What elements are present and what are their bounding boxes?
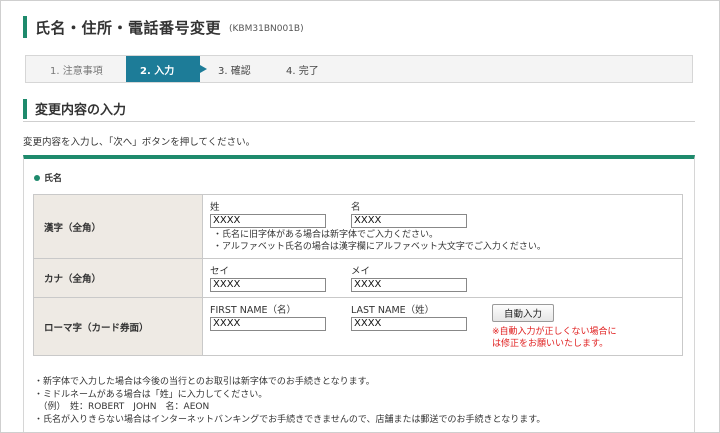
kanji-sei-group: 姓 XXXX bbox=[210, 202, 326, 228]
notes-list: ・新字体で入力した場合は今後の当行とのお取引は新字体でのお手続きとなります。 ・… bbox=[34, 376, 545, 426]
kana-mei-label: メイ bbox=[351, 266, 371, 277]
roman-last-group: LAST NAME（姓） XXXX bbox=[351, 305, 467, 331]
row-value-kanji: 姓 XXXX 名 XXXX ・氏名に旧字体がある場合は新字体でご入力ください。 … bbox=[202, 194, 683, 259]
kanji-sei-label: 姓 bbox=[210, 202, 220, 213]
kanji-note-2: ・アルファベット氏名の場合は漢字欄にアルファベット大文字でご入力ください。 bbox=[213, 242, 546, 252]
kanji-mei-input[interactable]: XXXX bbox=[351, 214, 467, 228]
kana-sei-input[interactable]: XXXX bbox=[210, 278, 326, 292]
row-value-roman: FIRST NAME（名） XXXX LAST NAME（姓） XXXX 自動入… bbox=[202, 297, 683, 356]
note-item: ・新字体で入力した場合は今後の当行とのお取引は新字体でのお手続きとなります。 bbox=[34, 377, 375, 387]
row-header-kana: カナ（全角） bbox=[33, 258, 203, 298]
step-complete: 4. 完了 bbox=[286, 65, 319, 77]
name-panel: 氏名 漢字（全角） 姓 XXXX 名 XXXX ・氏名に旧字体がある場合は新字体… bbox=[23, 155, 695, 432]
auto-input-warning-line2: は修正をお願いいたします。 bbox=[492, 339, 609, 349]
step-confirm: 3. 確認 bbox=[218, 65, 251, 77]
header-accent-bar bbox=[23, 16, 27, 38]
progress-steps: 1. 注意事項 2. 入力 3. 確認 4. 完了 bbox=[25, 55, 693, 83]
kana-mei-group: メイ XXXX bbox=[351, 266, 467, 292]
auto-input-button[interactable]: 自動入力 bbox=[492, 304, 554, 322]
kanji-sei-input[interactable]: XXXX bbox=[210, 214, 326, 228]
kanji-mei-group: 名 XXXX bbox=[351, 202, 467, 228]
row-header-kanji: 漢字（全角） bbox=[33, 194, 203, 259]
note-item: ・ミドルネームがある場合は「姓」に入力してください。 bbox=[34, 389, 268, 400]
row-header-roman: ローマ字（カード券面） bbox=[33, 297, 203, 356]
kana-sei-label: セイ bbox=[210, 266, 230, 277]
name-form-table: 漢字（全角） 姓 XXXX 名 XXXX ・氏名に旧字体がある場合は新字体でご入… bbox=[33, 194, 683, 356]
roman-first-label: FIRST NAME（名） bbox=[210, 305, 297, 316]
row-roman: ローマ字（カード券面） FIRST NAME（名） XXXX LAST NAME… bbox=[33, 297, 683, 356]
section-header: 変更内容の入力 bbox=[23, 96, 695, 122]
row-kana: カナ（全角） セイ XXXX メイ XXXX bbox=[33, 258, 683, 298]
row-value-kana: セイ XXXX メイ XXXX bbox=[202, 258, 683, 298]
roman-last-input[interactable]: XXXX bbox=[351, 317, 467, 331]
roman-first-group: FIRST NAME（名） XXXX bbox=[210, 305, 326, 331]
page-header: 氏名・住所・電話番号変更 (KBM31BN001B) bbox=[23, 15, 304, 39]
note-item: （例） 姓：ROBERT JOHN 名：AEON bbox=[34, 402, 210, 412]
step-input-current: 2. 入力 bbox=[126, 56, 207, 82]
note-item: ・氏名が入りきらない場合はインターネットバンキングでお手続きできませんので、店舗… bbox=[34, 414, 546, 425]
instruction-text: 変更内容を入力し、「次へ」ボタンを押してください。 bbox=[23, 137, 256, 148]
auto-input-warning-line1: ※自動入力が正しくない場合に bbox=[492, 327, 617, 337]
bullet-dot-icon bbox=[34, 174, 40, 181]
kana-mei-input[interactable]: XXXX bbox=[351, 278, 467, 292]
kanji-mei-label: 名 bbox=[351, 202, 361, 213]
panel-label: 氏名 bbox=[34, 171, 62, 184]
page-title: 氏名・住所・電話番号変更 bbox=[35, 18, 222, 37]
roman-first-input[interactable]: XXXX bbox=[210, 317, 326, 331]
step-notice: 1. 注意事項 bbox=[50, 65, 103, 77]
kanji-note-1: ・氏名に旧字体がある場合は新字体でご入力ください。 bbox=[213, 230, 439, 240]
screen-id: (KBM31BN001B) bbox=[229, 23, 304, 34]
roman-last-label: LAST NAME（姓） bbox=[351, 305, 435, 316]
page-frame: 氏名・住所・電話番号変更 (KBM31BN001B) 1. 注意事項 2. 入力… bbox=[0, 0, 720, 433]
section-title: 変更内容の入力 bbox=[35, 103, 127, 118]
section-accent-bar bbox=[23, 98, 27, 119]
row-kanji: 漢字（全角） 姓 XXXX 名 XXXX ・氏名に旧字体がある場合は新字体でご入… bbox=[33, 194, 683, 259]
kana-sei-group: セイ XXXX bbox=[210, 266, 326, 292]
auto-input-warning: ※自動入力が正しくない場合に は修正をお願いいたします。 bbox=[492, 326, 617, 350]
panel-label-text: 氏名 bbox=[44, 174, 63, 184]
